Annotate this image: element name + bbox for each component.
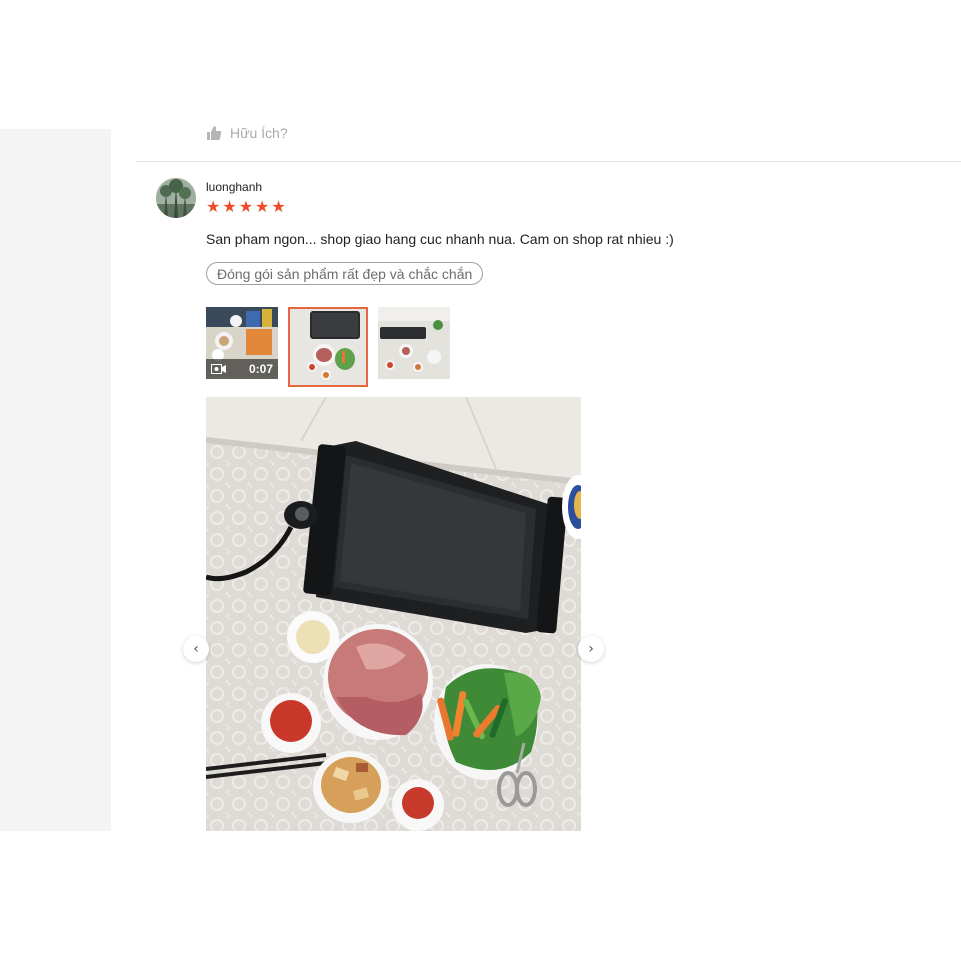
rating-stars: ★ ★ ★ ★ ★ — [206, 198, 286, 216]
video-duration: 0:07 — [248, 362, 273, 376]
avatar[interactable] — [156, 178, 196, 218]
gallery-prev-button[interactable]: ‹ — [183, 636, 209, 662]
left-side-panel — [0, 129, 111, 831]
video-duration-bar: 0:07 — [206, 359, 278, 379]
review-tag: Đóng gói sản phẩm rất đẹp và chắc chắn — [206, 262, 484, 285]
reviewer-username[interactable]: luonghanh — [206, 180, 262, 194]
gallery-next-button[interactable]: › — [578, 636, 604, 662]
review-comment: San pham ngon... shop giao hang cuc nhan… — [206, 231, 674, 247]
star-icon: ★ — [271, 197, 286, 216]
video-thumbnail[interactable]: 0:07 — [206, 307, 278, 379]
star-icon: ★ — [255, 197, 270, 216]
thumbs-up-icon — [206, 125, 222, 141]
helpful-button[interactable]: Hữu Ích? — [206, 125, 288, 141]
image-thumbnail-selected[interactable] — [288, 307, 368, 387]
star-icon: ★ — [222, 197, 237, 216]
video-camera-icon — [211, 364, 227, 374]
review-photo-large — [206, 397, 581, 831]
review-divider — [136, 161, 961, 162]
image-thumbnail[interactable] — [378, 307, 450, 379]
star-icon: ★ — [238, 197, 254, 216]
helpful-label: Hữu Ích? — [230, 125, 288, 141]
star-icon: ★ — [206, 197, 221, 216]
